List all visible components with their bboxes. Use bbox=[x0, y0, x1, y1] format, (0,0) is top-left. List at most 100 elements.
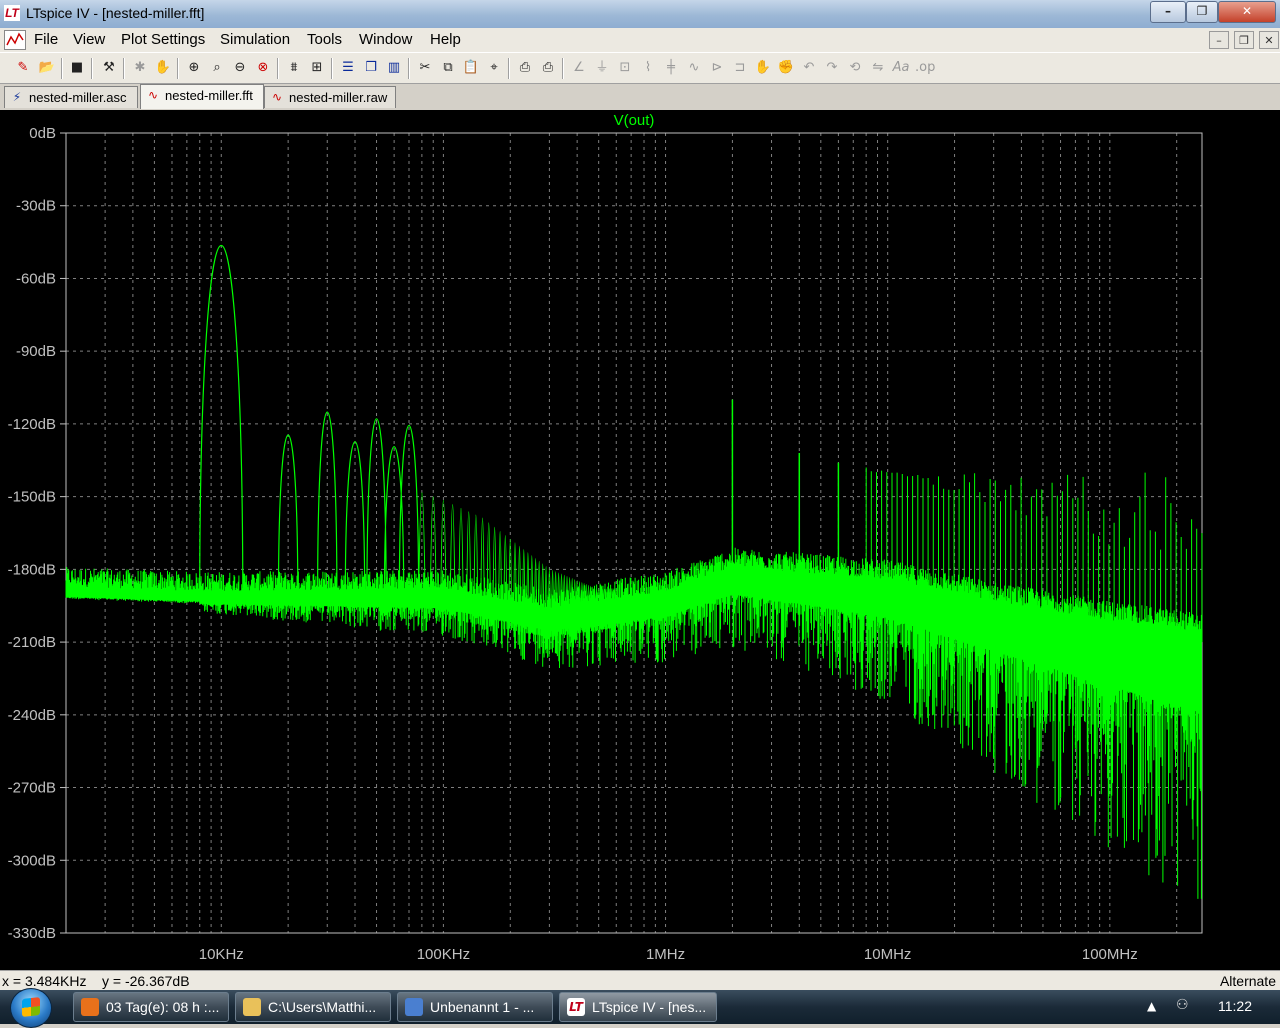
minimize-button[interactable]: – bbox=[1150, 1, 1186, 23]
paste-icon[interactable]: 📋 bbox=[462, 59, 480, 77]
plot-canvas[interactable]: 10KHz 100KHz 1MHz 10MHz 100MHz 0dB -30dB -60dB -… bbox=[0, 110, 1280, 970]
taskbar-label: 03 Tag(e): 08 h :... bbox=[106, 999, 220, 1015]
x-tick-label: 10MHz bbox=[864, 946, 912, 963]
inductor-icon[interactable]: ∿ bbox=[685, 59, 703, 77]
y-tick-label: -330dB bbox=[8, 925, 56, 942]
save-icon[interactable]: ■ bbox=[68, 59, 86, 77]
pan-icon[interactable]: ⌕ bbox=[208, 59, 226, 77]
network-icon[interactable]: ⚇ bbox=[1176, 997, 1189, 1013]
mdi-close-button[interactable]: ✕ bbox=[1259, 31, 1279, 49]
taskbar-firefox[interactable]: 03 Tag(e): 08 h :... bbox=[73, 992, 229, 1022]
y-tick-label: -120dB bbox=[8, 416, 56, 433]
capacitor-icon[interactable]: ╪ bbox=[662, 59, 680, 77]
halt-icon[interactable]: ✋ bbox=[154, 59, 172, 77]
maximize-button[interactable]: ❐ bbox=[1186, 1, 1218, 23]
y-tick-label: -60dB bbox=[16, 270, 56, 287]
undo-icon[interactable]: ↶ bbox=[800, 59, 818, 77]
y-tick-label: -180dB bbox=[8, 561, 56, 578]
cut-icon[interactable]: ✂ bbox=[416, 59, 434, 77]
status-bar: x = 3.484KHz y = -26.367dB Alternate bbox=[0, 970, 1280, 990]
taskbar-ltspice[interactable]: LT LTspice IV - [nes... bbox=[559, 992, 717, 1022]
zoom-out-icon[interactable]: ⊖ bbox=[231, 59, 249, 77]
tab-nested-miller-fft[interactable]: ∿ nested-miller.fft bbox=[140, 84, 264, 109]
tray-expand-icon[interactable]: ▲ bbox=[1147, 999, 1156, 1013]
menu-file[interactable]: File bbox=[34, 31, 58, 48]
toolbar: ✎ 📂 ■ ⚒ ✱ ✋ ⊕ ⌕ ⊖ ⊗ ⩩ ⊞ ☰ ❐ ▥ ✂ ⧉ 📋 ⌖ ⎙ … bbox=[0, 52, 1280, 84]
taskbar-explorer[interactable]: C:\Users\Matthi... bbox=[235, 992, 391, 1022]
menu-simulation[interactable]: Simulation bbox=[220, 31, 290, 48]
y-tick-label: -150dB bbox=[8, 489, 56, 506]
y-tick-label: -210dB bbox=[8, 634, 56, 651]
tab-label: nested-miller.asc bbox=[29, 90, 127, 105]
print-icon[interactable]: ⎙ bbox=[539, 59, 557, 77]
zoom-cancel-icon[interactable]: ⊗ bbox=[254, 59, 272, 77]
rotate-icon[interactable]: ⟲ bbox=[846, 59, 864, 77]
document-system-menu-icon[interactable] bbox=[4, 30, 26, 50]
fft-icon[interactable]: ⊞ bbox=[308, 59, 326, 77]
close-button[interactable]: ✕ bbox=[1218, 1, 1276, 23]
taskbar-label: C:\Users\Matthi... bbox=[268, 999, 377, 1015]
tile-vertical-icon[interactable]: ▥ bbox=[385, 59, 403, 77]
toolbar-separator bbox=[331, 58, 333, 79]
new-schematic-icon[interactable]: ✎ bbox=[14, 59, 32, 77]
component-icon[interactable]: ⊐ bbox=[731, 59, 749, 77]
tab-nested-miller-asc[interactable]: ⚡ nested-miller.asc bbox=[4, 86, 138, 108]
cascade-icon[interactable]: ❐ bbox=[362, 59, 380, 77]
waveform-plot[interactable]: V(out) 10KHz 100KHz 1MHz 10MHz 100MHz 0dB -30d… bbox=[0, 110, 1280, 970]
y-tick-label: -240dB bbox=[8, 707, 56, 724]
ground-icon[interactable]: ⏚ bbox=[593, 59, 611, 77]
toolbar-separator bbox=[408, 58, 410, 79]
mdi-restore-button[interactable]: ❐ bbox=[1234, 31, 1254, 49]
open-icon[interactable]: 📂 bbox=[38, 59, 56, 77]
x-tick-label: 100MHz bbox=[1082, 946, 1138, 963]
menu-plot-settings[interactable]: Plot Settings bbox=[121, 31, 205, 48]
label-icon[interactable]: ⊡ bbox=[616, 59, 634, 77]
tab-nested-miller-raw[interactable]: ∿ nested-miller.raw bbox=[264, 86, 396, 108]
resistor-icon[interactable]: ⌇ bbox=[639, 59, 657, 77]
mdi-minimize-button[interactable]: – bbox=[1209, 31, 1229, 49]
toolbar-separator bbox=[277, 58, 279, 79]
clock[interactable]: 11:22 bbox=[1202, 998, 1268, 1014]
tab-label: nested-miller.fft bbox=[165, 88, 253, 103]
wire-icon[interactable]: ∠ bbox=[570, 59, 588, 77]
taskbar-label: LTspice IV - [nes... bbox=[592, 999, 707, 1015]
mirror-icon[interactable]: ⇋ bbox=[869, 59, 887, 77]
print-preview-icon[interactable]: ⎙ bbox=[516, 59, 534, 77]
menu-tools[interactable]: Tools bbox=[307, 31, 342, 48]
taskbar-writer[interactable]: Unbenannt 1 - ... bbox=[397, 992, 553, 1022]
copy-icon[interactable]: ⧉ bbox=[439, 59, 457, 77]
redo-icon[interactable]: ↷ bbox=[823, 59, 841, 77]
start-button[interactable] bbox=[10, 988, 52, 1028]
toolbar-separator bbox=[123, 58, 125, 79]
zoom-in-icon[interactable]: ⊕ bbox=[185, 59, 203, 77]
y-tick-label: -270dB bbox=[8, 780, 56, 797]
schematic-icon: ⚡ bbox=[12, 90, 22, 104]
tab-label: nested-miller.raw bbox=[289, 90, 388, 105]
cursor-coordinates: x = 3.484KHz y = -26.367dB bbox=[2, 973, 190, 989]
y-tick-label: -300dB bbox=[8, 852, 56, 869]
firefox-icon bbox=[81, 998, 99, 1016]
harmonic-comb-trace bbox=[417, 492, 618, 638]
move-icon[interactable]: ✋ bbox=[754, 59, 772, 77]
control-panel-icon[interactable]: ⚒ bbox=[100, 59, 118, 77]
waveform-icon: ∿ bbox=[271, 90, 283, 104]
spice-directive-icon[interactable]: .op bbox=[915, 59, 935, 77]
writer-icon bbox=[405, 998, 423, 1016]
y-tick-label: 0dB bbox=[29, 125, 56, 142]
tile-horizontal-icon[interactable]: ☰ bbox=[339, 59, 357, 77]
ltspice-icon: LT bbox=[567, 998, 585, 1016]
folder-icon bbox=[243, 998, 261, 1016]
run-icon[interactable]: ✱ bbox=[131, 59, 149, 77]
find-icon[interactable]: ⌖ bbox=[485, 59, 503, 77]
autorange-icon[interactable]: ⩩ bbox=[285, 59, 303, 77]
waveform-icon: ∿ bbox=[147, 88, 159, 102]
toolbar-separator bbox=[562, 58, 564, 79]
menu-help[interactable]: Help bbox=[430, 31, 461, 48]
y-tick-label: -90dB bbox=[16, 343, 56, 360]
text-icon[interactable]: Aa bbox=[892, 59, 910, 77]
diode-icon[interactable]: ⊳ bbox=[708, 59, 726, 77]
drag-icon[interactable]: ✊ bbox=[777, 59, 795, 77]
document-tabs: ⚡ nested-miller.asc ∿ nested-miller.fft … bbox=[0, 84, 1280, 110]
menu-view[interactable]: View bbox=[73, 31, 105, 48]
menu-window[interactable]: Window bbox=[359, 31, 412, 48]
